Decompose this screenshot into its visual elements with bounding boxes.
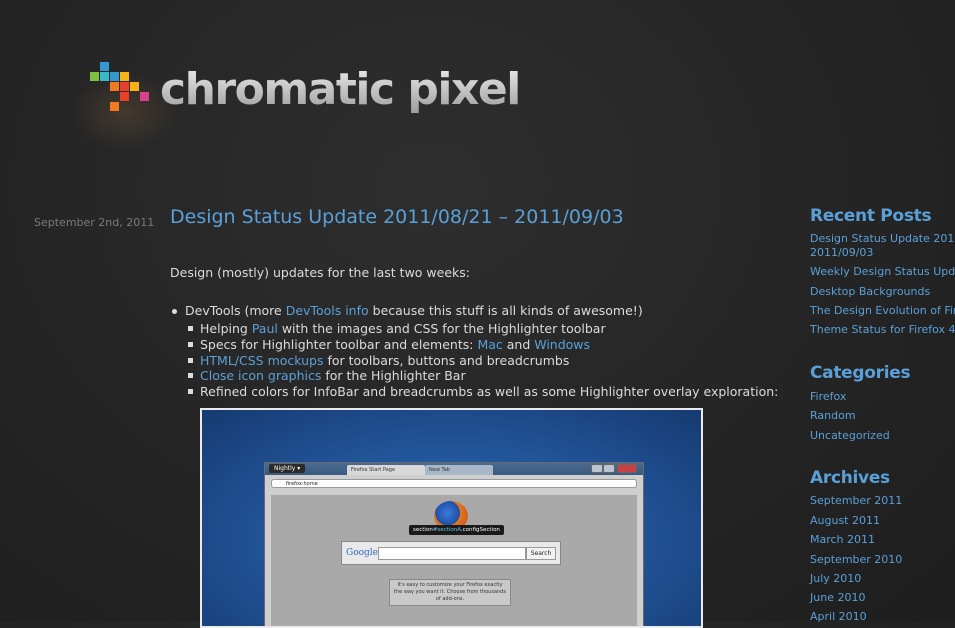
logo-text: chromatic pixel	[160, 64, 521, 115]
browser-window-mockup: Nightly ▾ Firefox Start Page New Tab fir…	[264, 462, 644, 626]
category-link[interactable]: Random	[810, 409, 856, 422]
close-icon	[617, 464, 637, 473]
recent-post-link[interactable]: The Design Evolution of Firef	[810, 304, 955, 317]
logo-pixel	[130, 82, 139, 91]
logo-pixel	[90, 72, 99, 81]
maximize-icon	[603, 464, 615, 473]
recent-posts-heading: Recent Posts	[810, 206, 932, 226]
titlebar: Nightly ▾ Firefox Start Page New Tab	[265, 463, 643, 475]
logo-pixel	[100, 72, 109, 81]
paul-link[interactable]: Paul	[252, 321, 278, 336]
logo-pixel	[100, 62, 109, 71]
logo-pixel	[120, 72, 129, 81]
breadcrumb-selector: section#sectionA.configSection	[409, 525, 504, 535]
windows-link[interactable]: Windows	[534, 337, 590, 352]
list-item: Specs for Highlighter toolbar and elemen…	[170, 337, 778, 353]
google-logo: Google	[346, 548, 378, 558]
search-button: Search	[526, 547, 556, 560]
categories-heading: Categories	[810, 363, 911, 383]
mac-link[interactable]: Mac	[477, 337, 502, 352]
search-box: Google Search	[341, 541, 561, 565]
search-input	[378, 547, 526, 560]
url-bar: firefox:home	[271, 479, 637, 488]
start-page: section#sectionA.configSection Google Se…	[271, 495, 637, 626]
list-item: Close icon graphics for the Highlighter …	[170, 368, 778, 384]
list-item: DevTools (more DevTools info because thi…	[170, 303, 778, 321]
logo-pixel	[120, 92, 129, 101]
category-link[interactable]: Firefox	[810, 390, 846, 403]
logo-pixel	[110, 102, 119, 111]
minimize-icon	[591, 464, 603, 473]
logo-pixel	[110, 72, 119, 81]
recent-post-link[interactable]: 2011/09/03	[810, 246, 873, 259]
devtools-info-link[interactable]: DevTools info	[286, 303, 369, 318]
logo-pixel	[120, 82, 129, 91]
archive-link[interactable]: June 2010	[810, 591, 865, 604]
recent-post-link[interactable]: Desktop Backgrounds	[810, 285, 930, 298]
recent-post-link[interactable]: Weekly Design Status Updat	[810, 265, 955, 278]
addon-tip: It's easy to customize your Firefox exac…	[389, 579, 511, 606]
tab-firefox-start: Firefox Start Page	[347, 465, 425, 475]
logo-pixel	[140, 92, 149, 101]
post-screenshot-image[interactable]: Nightly ▾ Firefox Start Page New Tab fir…	[200, 408, 703, 628]
site-logo[interactable]: chromatic pixel	[70, 62, 521, 152]
list-item: HTML/CSS mockups for toolbars, buttons a…	[170, 353, 778, 369]
post-list: DevTools (more DevTools info because thi…	[170, 303, 778, 400]
list-item: Helping Paul with the images and CSS for…	[170, 321, 778, 337]
nightly-button: Nightly ▾	[269, 464, 306, 473]
archive-link[interactable]: September 2011	[810, 494, 902, 507]
post-date: September 2nd, 2011	[34, 216, 155, 229]
archive-link[interactable]: April 2010	[810, 610, 867, 623]
post-intro: Design (mostly) updates for the last two…	[170, 265, 470, 280]
archives-heading: Archives	[810, 468, 890, 488]
recent-post-link[interactable]: Design Status Update 2011/	[810, 232, 955, 245]
archive-link[interactable]: August 2011	[810, 514, 880, 527]
list-item: Refined colors for InfoBar and breadcrum…	[170, 384, 778, 400]
archive-link[interactable]: March 2011	[810, 533, 875, 546]
logo-pixel	[110, 82, 119, 91]
archive-link[interactable]: July 2010	[810, 572, 861, 585]
category-link[interactable]: Uncategorized	[810, 429, 890, 442]
recent-post-link[interactable]: Theme Status for Firefox 4	[810, 323, 955, 336]
archive-link[interactable]: September 2010	[810, 553, 902, 566]
tab-new: New Tab	[425, 465, 493, 475]
html-css-mockups-link[interactable]: HTML/CSS mockups	[200, 353, 324, 368]
close-icon-graphics-link[interactable]: Close icon graphics	[200, 368, 321, 383]
post-title[interactable]: Design Status Update 2011/08/21 – 2011/0…	[170, 206, 624, 228]
